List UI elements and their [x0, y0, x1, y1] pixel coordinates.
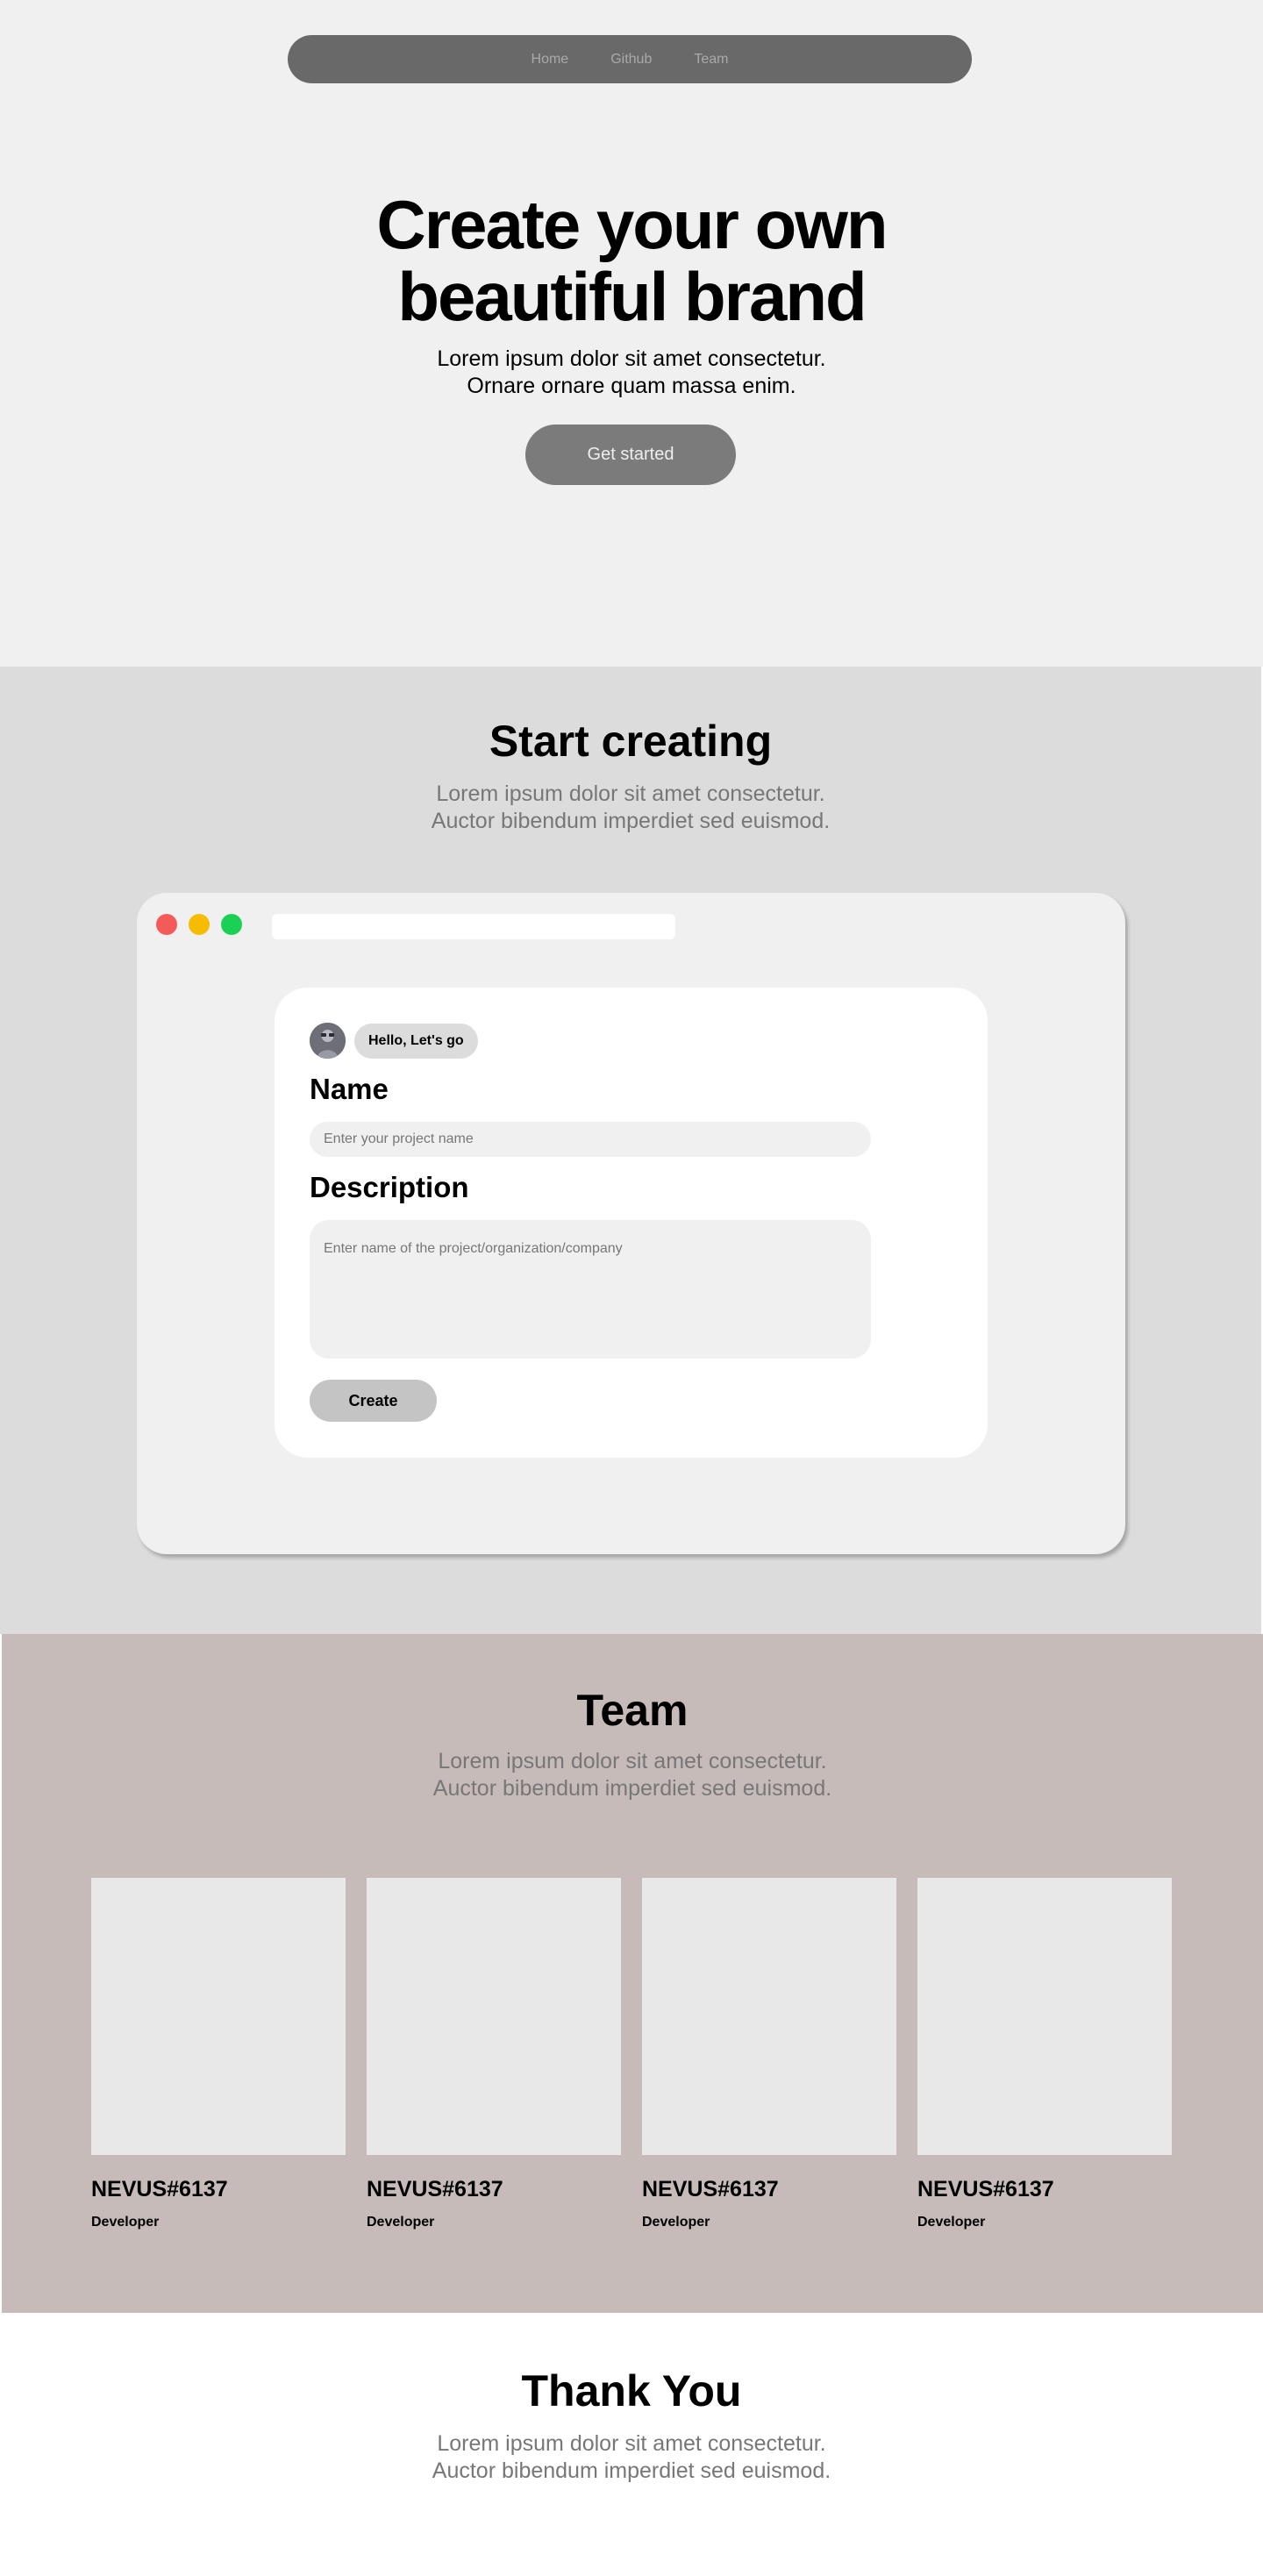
team-member-card: NEVUS#6137 Developer: [917, 1878, 1172, 2230]
nav-github-link[interactable]: Github: [610, 52, 652, 68]
close-window-dot-icon[interactable]: [156, 914, 177, 935]
start-creating-subtitle: Lorem ipsum dolor sit amet consectetur. …: [0, 781, 1261, 835]
hero-title: Create your own beautiful brand: [0, 189, 1263, 332]
member-name: NEVUS#6137: [642, 2177, 779, 2201]
team-subtitle: Lorem ipsum dolor sit amet consectetur. …: [2, 1748, 1263, 1802]
hero-section: Home Github Team Create your own beautif…: [0, 0, 1263, 667]
hero-title-line-2: beautiful brand: [397, 258, 867, 335]
team-subtitle-line-2: Auctor bibendum imperdiet sed euismod.: [432, 1776, 832, 1801]
team-title: Team: [576, 1686, 689, 1735]
member-name: NEVUS#6137: [917, 2177, 1054, 2201]
member-role: Developer: [642, 2215, 710, 2230]
greeting-badge: Hello, Let's go: [354, 1024, 478, 1059]
start-creating-title: Start creating: [489, 717, 773, 766]
hero-subtitle: Lorem ipsum dolor sit amet consectetur. …: [0, 346, 1263, 400]
start-creating-subtitle-line-2: Auctor bibendum imperdiet sed euismod.: [431, 809, 831, 833]
team-section: Team Lorem ipsum dolor sit amet consecte…: [2, 1634, 1263, 2313]
maximize-window-dot-icon[interactable]: [221, 914, 242, 935]
hero-title-line-1: Create your own: [376, 186, 888, 263]
team-member-card: NEVUS#6137 Developer: [367, 1878, 621, 2230]
avatar: [310, 1023, 346, 1059]
hero-subtitle-line-2: Ornare ornare quam massa enim.: [467, 374, 796, 398]
create-button[interactable]: Create: [310, 1380, 437, 1422]
address-bar[interactable]: [272, 914, 675, 939]
member-name: NEVUS#6137: [367, 2177, 503, 2201]
start-creating-subtitle-line-1: Lorem ipsum dolor sit amet consectetur.: [436, 781, 825, 806]
thank-you-section: Thank You Lorem ipsum dolor sit amet con…: [0, 2313, 1263, 2576]
minimize-window-dot-icon[interactable]: [189, 914, 210, 935]
member-photo: [642, 1878, 896, 2155]
description-textarea[interactable]: Enter name of the project/organization/c…: [310, 1220, 871, 1359]
thank-you-subtitle-line-1: Lorem ipsum dolor sit amet consectetur.: [437, 2431, 826, 2456]
app-window-mockup: Hello, Let's go Name Enter your project …: [137, 893, 1125, 1554]
team-member-card: NEVUS#6137 Developer: [91, 1878, 346, 2230]
thank-you-title: Thank You: [521, 2366, 742, 2415]
project-name-input[interactable]: Enter your project name: [310, 1122, 871, 1157]
nav-team-link[interactable]: Team: [694, 52, 728, 68]
hero-subtitle-line-1: Lorem ipsum dolor sit amet consectetur.: [437, 346, 826, 371]
get-started-button[interactable]: Get started: [525, 425, 736, 485]
top-nav: Home Github Team: [288, 35, 972, 83]
member-role: Developer: [91, 2215, 160, 2230]
nav-home-link[interactable]: Home: [532, 52, 569, 68]
member-role: Developer: [367, 2215, 435, 2230]
member-photo: [917, 1878, 1172, 2155]
description-label: Description: [310, 1171, 469, 1203]
thank-you-subtitle-line-2: Auctor bibendum imperdiet sed euismod.: [432, 2458, 831, 2483]
name-label: Name: [310, 1073, 389, 1105]
create-project-card: Hello, Let's go Name Enter your project …: [275, 988, 988, 1458]
thank-you-subtitle: Lorem ipsum dolor sit amet consectetur. …: [0, 2430, 1263, 2485]
member-photo: [367, 1878, 621, 2155]
member-name: NEVUS#6137: [91, 2177, 228, 2201]
team-subtitle-line-1: Lorem ipsum dolor sit amet consectetur.: [438, 1749, 827, 1773]
start-creating-section: Start creating Lorem ipsum dolor sit ame…: [0, 667, 1261, 1634]
member-photo: [91, 1878, 346, 2155]
member-role: Developer: [917, 2215, 986, 2230]
team-member-card: NEVUS#6137 Developer: [642, 1878, 896, 2230]
